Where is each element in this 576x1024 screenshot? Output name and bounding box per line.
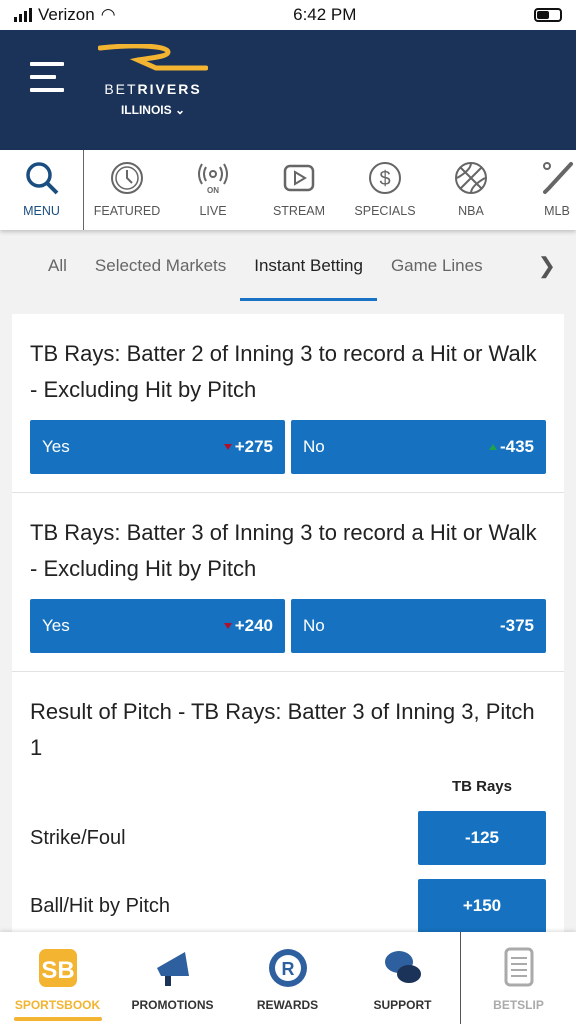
clock-icon xyxy=(111,162,143,194)
battery-icon xyxy=(533,8,562,22)
rewards-badge-icon: R xyxy=(268,949,307,987)
tab-all[interactable]: All xyxy=(48,256,67,276)
basketball-icon xyxy=(455,162,487,194)
bet-button-yes[interactable]: Yes +275 xyxy=(30,420,285,474)
nav-featured[interactable]: FEATURED xyxy=(84,150,170,230)
chevron-right-icon[interactable]: ❯ xyxy=(538,253,556,279)
svg-text:SB: SB xyxy=(41,957,74,984)
hamburger-menu-icon[interactable] xyxy=(30,62,64,101)
bet-button[interactable]: +150 xyxy=(418,879,546,933)
bottom-nav-sportsbook[interactable]: SB SPORTSBOOK xyxy=(0,932,115,1024)
state-selector[interactable]: ILLINOIS ⌄ xyxy=(98,103,208,117)
bottom-nav: SB SPORTSBOOK PROMOTIONS R REWARDS SUPPORT… xyxy=(0,932,576,1024)
market-title: TB Rays: Batter 3 of Inning 3 to record … xyxy=(30,520,537,581)
betrivers-logo[interactable]: BETRIVERS ILLINOIS ⌄ xyxy=(97,43,209,117)
market-title: TB Rays: Batter 2 of Inning 3 to record … xyxy=(30,341,537,402)
clock: 6:42 PM xyxy=(293,5,357,24)
svg-text:$: $ xyxy=(379,168,390,190)
nav-menu[interactable]: MENU xyxy=(0,150,84,230)
megaphone-icon xyxy=(156,952,189,986)
signal-icon xyxy=(14,8,32,22)
markets-list: TB Rays: Batter 2 of Inning 3 to record … xyxy=(12,314,564,966)
bet-button-no[interactable]: No -375 xyxy=(291,599,546,653)
market-card: TB Rays: Batter 3 of Inning 3 to record … xyxy=(12,493,564,672)
chat-bubbles-icon xyxy=(384,951,421,983)
tab-instant-betting[interactable]: Instant Betting xyxy=(240,256,377,301)
pitch-market-card: Result of Pitch - TB Rays: Batter 3 of I… xyxy=(12,672,564,966)
nav-nba[interactable]: NBA xyxy=(428,150,514,230)
market-tabs: All Selected Markets Instant Betting Gam… xyxy=(0,230,576,302)
search-icon xyxy=(25,162,58,195)
market-card: TB Rays: Batter 2 of Inning 3 to record … xyxy=(12,314,564,493)
column-header: TB Rays xyxy=(451,778,512,795)
trend-up-icon xyxy=(488,444,497,450)
market-title: Result of Pitch - TB Rays: Batter 3 of I… xyxy=(30,699,535,760)
svg-text:ON: ON xyxy=(207,186,219,195)
play-icon xyxy=(283,164,315,192)
nav-stream[interactable]: STREAM xyxy=(256,150,342,230)
status-bar: Verizon ◠ 6:42 PM xyxy=(0,0,576,30)
app-header: BETRIVERS ILLINOIS ⌄ xyxy=(0,30,576,150)
receipt-icon xyxy=(504,947,533,987)
bet-button-no[interactable]: No -435 xyxy=(291,420,546,474)
outcome-row: Ball/Hit by Pitch +150 xyxy=(30,879,546,933)
sport-nav: MENU FEATURED ON LIVE STREAM $ SPECIALS NB… xyxy=(0,150,576,230)
bottom-nav-betslip[interactable]: BETSLIP xyxy=(460,932,576,1024)
tab-game-lines[interactable]: Game Lines xyxy=(391,256,483,276)
live-icon: ON xyxy=(198,163,228,195)
bottom-nav-rewards[interactable]: R REWARDS xyxy=(230,932,345,1024)
nav-live[interactable]: ON LIVE xyxy=(170,150,256,230)
bottom-nav-support[interactable]: SUPPORT xyxy=(345,932,460,1024)
sportsbook-icon: SB xyxy=(38,949,77,987)
tab-selected-markets[interactable]: Selected Markets xyxy=(95,256,226,276)
trend-down-icon xyxy=(223,623,232,629)
carrier: Verizon xyxy=(38,5,95,24)
logo-swoosh-icon xyxy=(97,43,209,71)
outcome-row: Strike/Foul -125 xyxy=(30,811,546,865)
bottom-nav-promotions[interactable]: PROMOTIONS xyxy=(115,932,230,1024)
bet-button-yes[interactable]: Yes +240 xyxy=(30,599,285,653)
nav-specials[interactable]: $ SPECIALS xyxy=(342,150,428,230)
dollar-icon: $ xyxy=(369,162,401,194)
svg-text:R: R xyxy=(281,959,294,979)
trend-down-icon xyxy=(223,444,232,450)
baseball-bat-icon xyxy=(543,162,573,194)
wifi-icon: ◠ xyxy=(100,5,116,24)
nav-mlb[interactable]: MLB xyxy=(514,150,576,230)
bet-button[interactable]: -125 xyxy=(418,811,546,865)
